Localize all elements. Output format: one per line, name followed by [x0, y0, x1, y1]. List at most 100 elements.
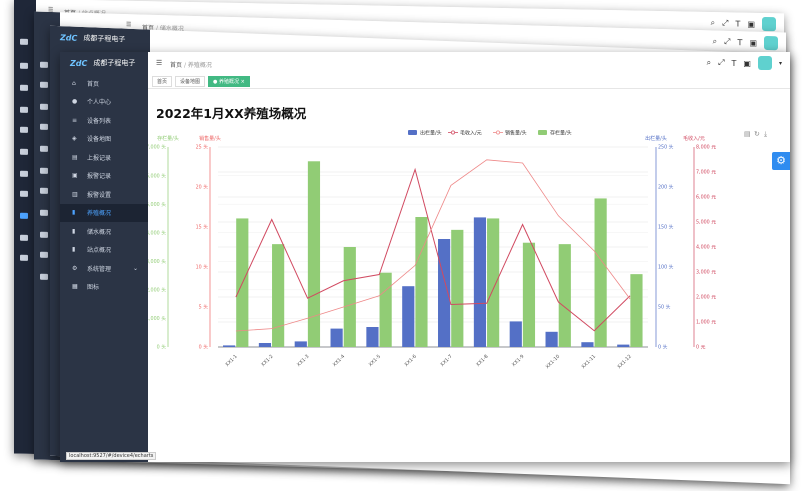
tab-device-map[interactable]: 设备地图	[175, 75, 206, 87]
size-icon[interactable]: ▣	[743, 59, 751, 68]
gear-icon	[20, 234, 28, 241]
sidebar-item-label: 首页	[87, 80, 100, 88]
legend-swatch	[538, 130, 547, 135]
map-icon	[40, 123, 48, 130]
sidebar-item-10[interactable]: ⚙ 系统管理 ⌄	[60, 259, 148, 278]
axis-tick-label: 0 头	[157, 344, 167, 351]
sidebar-item-label: 站点概况	[87, 247, 112, 255]
bar-stock	[307, 161, 321, 347]
avatar[interactable]	[757, 56, 772, 70]
download-icon: ⤓	[764, 130, 767, 138]
sidebar-item-8[interactable]: ▮ 储水概况	[60, 222, 148, 241]
bar-stock	[487, 218, 500, 347]
font-size-icon[interactable]: T	[736, 19, 741, 28]
home-icon: ⌂	[72, 79, 76, 87]
bar-out	[258, 343, 272, 347]
search-icon[interactable]: ⌕	[711, 18, 715, 28]
sidebar-item-label: 储水概况	[87, 228, 112, 236]
breadcrumb-home[interactable]: 首页	[170, 62, 182, 69]
alarm-icon	[40, 167, 48, 174]
x-tick-label: XX1-9	[511, 354, 525, 368]
sidebar-item-6[interactable]: ▥ 报警设置	[60, 185, 148, 204]
logo-mark: ZdC	[70, 58, 88, 68]
x-tick-label: XX1-1	[224, 354, 238, 368]
bar-out	[473, 217, 487, 347]
sidebar-item-label: 图标	[87, 284, 100, 292]
font-size-icon[interactable]: T	[732, 59, 737, 68]
logo-text: 成都子程电子	[83, 34, 126, 44]
axis-tick-label: 7,000 头	[148, 144, 166, 151]
sidebar-item-label: 报警记录	[87, 173, 112, 181]
sidebar-item-4[interactable]: ▤ 上报记录	[60, 148, 148, 167]
tab-home[interactable]: 首页	[152, 75, 173, 87]
search-icon[interactable]: ⌕	[713, 36, 717, 46]
x-tick-label: XX1-6	[403, 354, 417, 368]
axis-tick-label: 20 头	[196, 184, 209, 191]
avatar[interactable]	[764, 35, 778, 51]
fullscreen-icon[interactable]: ⤢	[724, 37, 730, 47]
user-icon	[40, 81, 48, 88]
alarm-icon: ▣	[72, 172, 78, 180]
map-icon: ◈	[72, 135, 77, 143]
list-icon	[20, 84, 28, 91]
user-icon	[20, 62, 28, 69]
settings-gear-button[interactable]: ⚙	[772, 152, 790, 170]
axis-title: 存栏量/头	[157, 135, 179, 142]
axis-tick-label: 5,000 头	[148, 201, 166, 208]
search-icon[interactable]: ⌕	[707, 58, 711, 68]
axis-tick-label: 5,000 元	[696, 220, 716, 226]
axis-tick-label: 4,000 元	[696, 245, 716, 251]
font-size-icon[interactable]: T	[738, 38, 743, 47]
sidebar-item-2[interactable]: ≡ 设备列表	[60, 111, 148, 130]
bar-out	[330, 328, 343, 347]
bar-chart-icon: ▮	[72, 227, 76, 235]
alarm-icon	[20, 148, 28, 155]
bar-chart-icon	[20, 170, 28, 177]
axis-tick-label: 6,000 头	[148, 172, 166, 179]
sidebar-item-7[interactable]: ▮ 养殖概况	[60, 203, 148, 222]
refresh-icon: ↻	[754, 130, 760, 138]
size-icon[interactable]: ▣	[747, 19, 755, 28]
upload-icon	[20, 126, 28, 133]
logo-mark: ZdC	[60, 32, 78, 43]
toolbar-icons: ⌕ ⤢ T ▣ ▾	[707, 56, 782, 70]
axis-title: 出栏量/头	[645, 135, 667, 142]
bar-out	[581, 342, 594, 347]
sidebar-item-5[interactable]: ▣ 报警记录	[60, 167, 148, 186]
menu-toggle-icon[interactable]: ☰	[126, 21, 131, 28]
list-icon	[40, 103, 48, 110]
legend-label: 销售量/头	[505, 130, 527, 137]
bar-stock	[522, 242, 536, 347]
axis-tick-label: 7,000 元	[696, 170, 716, 176]
fullscreen-icon[interactable]: ⤢	[722, 18, 728, 28]
bar-chart-icon: ▮	[72, 209, 76, 217]
bar-out	[294, 341, 307, 347]
chevron-down-icon[interactable]: ▾	[779, 60, 782, 67]
map-icon	[20, 106, 28, 113]
sidebar-item-0[interactable]: ⌂ 首页	[60, 74, 148, 93]
bar-out	[366, 327, 379, 347]
upload-icon: ▤	[72, 153, 78, 161]
upload-icon	[40, 145, 48, 152]
status-url: localhost:9527/#/device4/echarts	[66, 452, 157, 460]
bar-out	[545, 331, 558, 347]
avatar[interactable]	[762, 16, 776, 32]
axis-tick-label: 25 头	[196, 144, 209, 151]
tab-breeding-overview[interactable]: ● 养殖概况 ×	[208, 75, 250, 87]
axis-tick-label: 2,000 元	[696, 295, 716, 301]
fullscreen-icon[interactable]: ⤢	[718, 58, 724, 68]
menu-toggle-icon[interactable]: ☰	[156, 59, 162, 67]
bar-stock	[379, 272, 392, 347]
sidebar-item-3[interactable]: ◈ 设备地图	[60, 130, 148, 149]
gear-icon: ⚙	[72, 264, 78, 272]
sidebar-item-1[interactable]: ● 个人中心	[60, 93, 148, 112]
axis-tick-label: 0 头	[199, 344, 209, 351]
sidebar-item-9[interactable]: ▮ 站点概况	[60, 241, 148, 260]
axis-tick-label: 2,000 头	[148, 287, 166, 294]
breadcrumb-current: 养殖概况	[187, 62, 212, 69]
breadcrumb: 首页 / 养殖概况	[170, 62, 212, 69]
size-icon[interactable]: ▣	[749, 38, 757, 47]
close-icon[interactable]: ×	[241, 79, 245, 85]
sidebar-item-11[interactable]: ▦ 图标	[60, 278, 148, 297]
bar-chart-icon	[40, 209, 48, 216]
